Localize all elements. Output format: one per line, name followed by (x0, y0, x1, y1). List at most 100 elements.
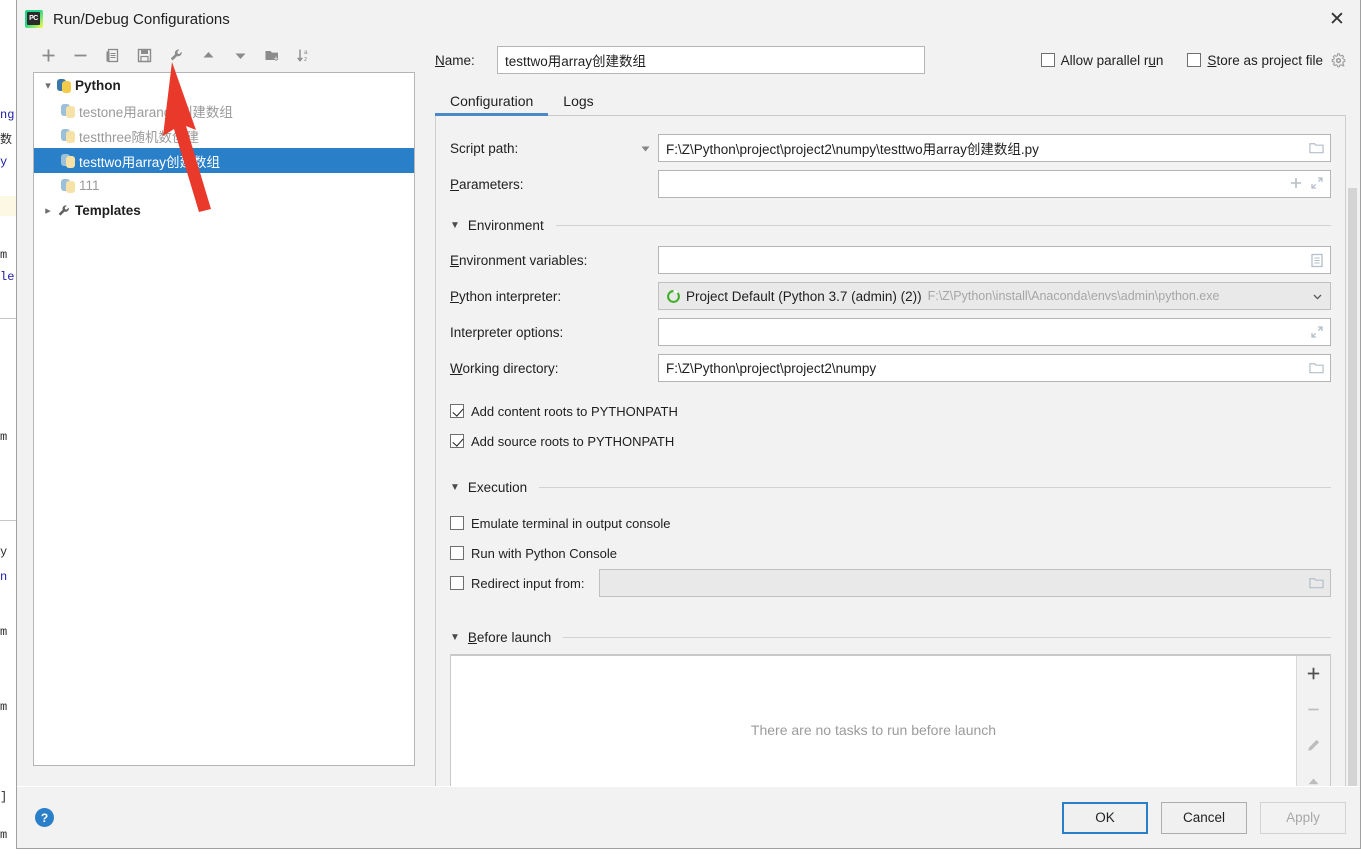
redirect-input-checkbox[interactable] (450, 576, 464, 590)
allow-parallel-run-label: Allow parallel run (1060, 52, 1164, 68)
script-path-mode-dropdown[interactable] (632, 142, 658, 155)
run-debug-configurations-dialog: PC Run/Debug Configurations ✕ a z ▾ Pyth… (16, 0, 1361, 849)
run-with-python-console-checkbox[interactable]: Run with Python Console (450, 538, 1331, 568)
parameters-row: Parameters: (450, 166, 1331, 202)
working-directory-field[interactable]: F:\Z\Python\project\project2\numpy (658, 354, 1331, 382)
execution-section-title: Execution (467, 479, 528, 495)
configuration-editor-panel: Name: Allow parallel run Store as projec… (423, 38, 1360, 786)
parameters-field[interactable] (658, 170, 1331, 198)
configurations-panel: a z ▾ Python testone用arange创建数组 testthre… (17, 38, 423, 786)
ok-button[interactable]: OK (1062, 801, 1148, 834)
add-source-roots-checkbox[interactable]: Add source roots to PYTHONPATH (450, 426, 1331, 456)
new-folder-button[interactable] (257, 41, 287, 69)
tree-node-templates[interactable]: ▸ Templates (34, 198, 414, 223)
bg-text-fragment: m (0, 700, 8, 714)
environment-variables-row: Environment variables: (450, 242, 1331, 278)
tab-logs[interactable]: Logs (548, 93, 608, 116)
edit-task-button[interactable] (1303, 734, 1325, 756)
gear-icon[interactable] (1331, 52, 1346, 68)
redirect-input-label: Redirect input from: (471, 575, 585, 591)
checkbox-box[interactable] (1187, 53, 1202, 67)
before-launch-toolbar (1296, 656, 1330, 786)
expand-icon[interactable] (1310, 325, 1324, 339)
dialog-title-bar: PC Run/Debug Configurations ✕ (17, 0, 1360, 38)
scrollbar-thumb[interactable] (1348, 188, 1357, 786)
before-launch-empty-text: There are no tasks to run before launch (750, 721, 997, 738)
add-content-roots-label: Add content roots to PYTHONPATH (471, 403, 678, 419)
before-launch-box: There are no tasks to run before launch (450, 654, 1331, 786)
add-parameter-icon[interactable] (1289, 176, 1303, 193)
tree-node-testtwo[interactable]: testtwo用array创建数组 (34, 148, 414, 173)
copy-configuration-button[interactable] (97, 41, 127, 69)
remove-configuration-button[interactable] (65, 41, 95, 69)
tree-node-python[interactable]: ▾ Python (34, 73, 414, 98)
python-icon (60, 128, 76, 144)
dialog-title: Run/Debug Configurations (53, 10, 230, 28)
before-launch-task-list[interactable]: There are no tasks to run before launch (451, 656, 1296, 786)
close-icon[interactable]: ✕ (1314, 0, 1360, 38)
redirect-input-field[interactable] (599, 569, 1331, 597)
move-up-button[interactable] (193, 41, 223, 69)
svg-text:a: a (304, 49, 308, 56)
python-interpreter-dropdown[interactable]: Project Default (Python 3.7 (admin) (2))… (658, 282, 1331, 310)
checkbox-box[interactable] (450, 516, 464, 530)
configuration-scrollbar[interactable] (1347, 176, 1358, 786)
script-path-field[interactable]: F:\Z\Python\project\project2\numpy\testt… (658, 134, 1331, 162)
tab-configuration[interactable]: Configuration (435, 93, 549, 116)
tree-node-label: Templates (75, 203, 141, 218)
remove-task-button[interactable] (1303, 698, 1325, 720)
environment-variables-field[interactable] (658, 246, 1331, 274)
execution-section-header[interactable]: ▼ Execution (450, 470, 1331, 504)
bg-text-fragment: m (0, 430, 8, 444)
chevron-down-icon[interactable]: ▼ (450, 632, 460, 643)
add-configuration-button[interactable] (33, 41, 63, 69)
chevron-down-icon[interactable] (1311, 290, 1324, 303)
sort-az-button[interactable]: a z (289, 41, 319, 69)
checkbox-box[interactable] (450, 546, 464, 560)
browse-working-directory-button[interactable] (1309, 361, 1324, 375)
add-source-roots-label: Add source roots to PYTHONPATH (471, 433, 675, 449)
interpreter-options-row: Interpreter options: (450, 314, 1331, 350)
expand-icon[interactable] (1310, 176, 1324, 193)
chevron-down-icon[interactable]: ▼ (450, 220, 460, 231)
chevron-down-icon[interactable]: ▼ (450, 482, 460, 493)
move-down-button[interactable] (225, 41, 255, 69)
python-interpreter-row: Python interpreter: Project Default (Pyt… (450, 278, 1331, 314)
tree-node-testone[interactable]: testone用arange创建数组 (34, 98, 414, 123)
browse-redirect-input-button[interactable] (1309, 576, 1324, 590)
configuration-form-scroll: Script path: F:\Z\Python\project\project… (423, 116, 1360, 786)
apply-button[interactable]: Apply (1260, 801, 1346, 834)
add-content-roots-checkbox[interactable]: Add content roots to PYTHONPATH (450, 396, 1331, 426)
chevron-right-icon[interactable]: ▸ (40, 203, 56, 219)
before-launch-header[interactable]: ▼ Before launch (450, 620, 1331, 654)
checkbox-box[interactable] (1040, 53, 1055, 67)
parameters-label: Parameters: (450, 176, 524, 192)
emulate-terminal-checkbox[interactable]: Emulate terminal in output console (450, 508, 1331, 538)
edit-templates-button[interactable] (161, 41, 191, 69)
wrench-icon (56, 203, 72, 219)
checkbox-box[interactable] (450, 434, 464, 448)
tree-node-111[interactable]: 111 (34, 173, 414, 198)
allow-parallel-run-checkbox[interactable]: Allow parallel run (1040, 52, 1164, 68)
checkbox-box[interactable] (450, 404, 464, 418)
cancel-button[interactable]: Cancel (1161, 801, 1247, 834)
environment-section-header[interactable]: ▼ Environment (450, 208, 1331, 242)
help-icon[interactable]: ? (35, 808, 54, 827)
interpreter-options-field[interactable] (658, 318, 1331, 346)
before-launch-title: Before launch (467, 629, 552, 645)
browse-script-path-button[interactable] (1309, 141, 1324, 155)
configurations-tree[interactable]: ▾ Python testone用arange创建数组 testthree随机数… (33, 72, 415, 766)
redirect-input-row: Redirect input from: (450, 568, 1331, 598)
add-task-button[interactable] (1303, 662, 1325, 684)
name-input[interactable] (497, 46, 925, 74)
move-task-up-button[interactable] (1303, 770, 1325, 786)
edit-environment-variables-button[interactable] (1310, 253, 1324, 268)
save-configuration-button[interactable] (129, 41, 159, 69)
pycharm-icon: PC (25, 10, 43, 28)
store-as-project-file-checkbox[interactable]: Store as project file (1187, 53, 1323, 68)
tree-node-testthree[interactable]: testthree随机数创建 (34, 123, 414, 148)
chevron-down-icon[interactable]: ▾ (40, 78, 56, 94)
emulate-terminal-label: Emulate terminal in output console (471, 515, 671, 531)
bg-text-fragment: y (0, 545, 8, 559)
bg-text-fragment: m (0, 828, 8, 842)
